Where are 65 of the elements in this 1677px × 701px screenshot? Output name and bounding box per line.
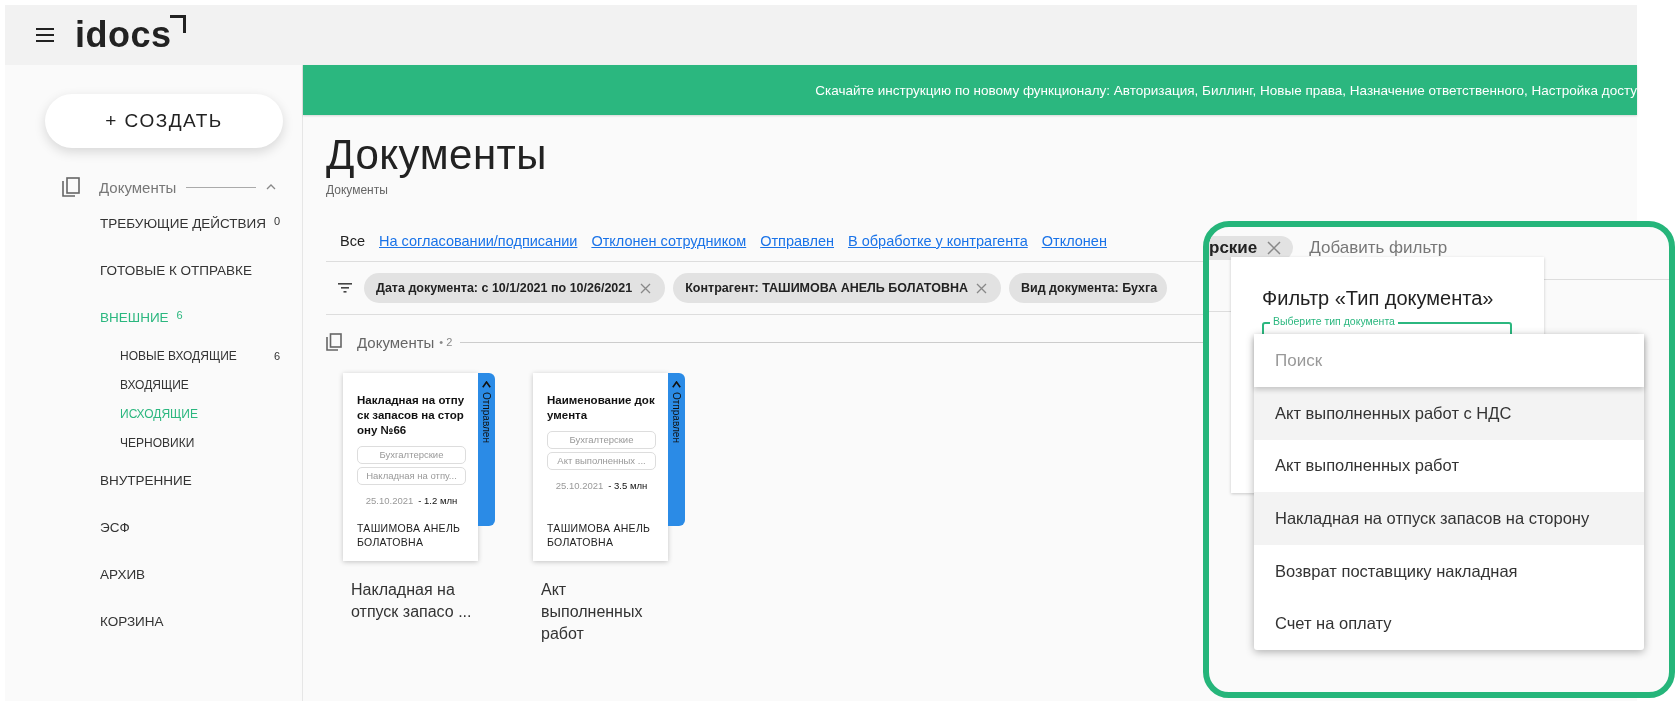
tag: Акт выполненных ... <box>547 452 656 470</box>
amount-label: - 3.5 млн <box>608 480 648 491</box>
status-tab[interactable]: Все <box>340 233 365 249</box>
count-label: 6 <box>273 349 280 362</box>
filter-chip[interactable]: рские <box>1209 236 1294 260</box>
tag: Бухгалтерские <box>357 446 466 464</box>
close-icon <box>640 282 652 294</box>
status-tab[interactable]: На согласовании/подписании <box>379 233 578 249</box>
document-caption[interactable]: Накладная на отпуск запасо ... <box>343 579 481 623</box>
filter-icon <box>338 283 352 293</box>
filter-chip[interactable]: Контрагент: ТАШИМОВА АНЕЛЬ БОЛАТОВНА <box>673 273 1001 303</box>
copy-icon <box>326 333 342 351</box>
create-button[interactable]: + СОЗДАТЬ <box>45 94 283 148</box>
add-filter-link[interactable]: Добавить фильтр <box>1309 238 1448 258</box>
amount-label: - 1.2 млн <box>418 495 458 506</box>
menu-icon[interactable] <box>36 28 54 42</box>
date-label: 25.10.2021 <box>365 495 414 506</box>
dropdown-option[interactable]: Возврат поставщику накладная <box>1254 544 1644 598</box>
status-tab[interactable]: Отправлен <box>760 233 834 249</box>
document-caption[interactable]: Акт выполненных работ <box>533 579 671 645</box>
count-label: 6 <box>176 308 183 321</box>
page-title: Документы <box>326 133 548 177</box>
nav-item[interactable]: ЭСФ <box>100 520 130 535</box>
chevron-up-icon <box>482 381 491 388</box>
nav-item[interactable]: ВНУТРЕННИЕ <box>100 473 192 488</box>
nav-item[interactable]: КОРЗИНА <box>100 614 164 629</box>
close-icon <box>1267 241 1282 255</box>
nav-item[interactable]: АРХИВ <box>100 567 146 582</box>
nav-item[interactable]: ЧЕРНОВИКИ <box>120 435 195 450</box>
tag: Бухгалтерские <box>547 431 656 449</box>
status-tab[interactable]: В обработке у контрагента <box>848 233 1028 249</box>
document-card[interactable]: Наименование документа Бухгалтерские Акт выполненных ... 25.10.2021 - 3.5 млн ТАШИМОВА АНЕЛЬ БОЛАТОВНА <box>533 373 668 561</box>
document-title: Накладная на отпуск запасов на сторону №66 <box>357 393 466 438</box>
dropdown-option[interactable]: Счет на оплату <box>1254 597 1644 650</box>
dropdown-option[interactable]: Акт выполненных работ с НДС <box>1254 387 1644 440</box>
nav-item[interactable]: ТРЕБУЮЩИЕ ДЕЙСТВИЯ <box>100 216 266 231</box>
dropdown-option[interactable]: Акт выполненных работ <box>1254 439 1644 493</box>
search-field[interactable]: Поиск <box>1254 334 1644 387</box>
document-title: Наименование документа <box>547 393 656 423</box>
dropdown-option[interactable]: Накладная на отпуск запасов на сторону <box>1254 492 1644 545</box>
copy-icon <box>62 177 80 197</box>
close-icon <box>976 282 987 294</box>
tag: Накладная на отпу... <box>357 467 466 485</box>
status-tab[interactable]: Отклонен <box>1041 233 1107 249</box>
status-label: Отправлен <box>481 392 492 443</box>
filter-chip[interactable]: Дата документа: с 10/1/2021 по 10/26/2021 <box>364 273 666 303</box>
nav-item[interactable]: ВХОДЯЩИЕ <box>120 377 189 392</box>
chevron-up-icon <box>672 381 681 388</box>
counterparty-name: ТАШИМОВА АНЕЛЬ БОЛАТОВНА <box>357 521 462 549</box>
document-card[interactable]: Накладная на отпуск запасов на сторону №66 Бухгалтерские Накладная на отпу... 25.10.2021 - 1.2 млн ТАШИМОВА АНЕЛЬ БОЛАТОВНА <box>343 373 478 561</box>
date-label: 25.10.2021 <box>555 480 604 491</box>
breadcrumb: Документы <box>326 183 389 197</box>
filter-chip[interactable]: Вид документа: Бухга <box>1009 273 1168 303</box>
counterparty-name: ТАШИМОВА АНЕЛЬ БОЛАТОВНА <box>547 521 652 549</box>
status-tab[interactable]: Отклонен сотрудником <box>591 233 747 249</box>
logo[interactable]: idocs <box>75 15 172 55</box>
nav-item[interactable]: НОВЫЕ ВХОДЯЩИЕ <box>120 348 237 363</box>
status-label: Отправлен <box>671 392 682 443</box>
panel-title: Фильтр «Тип документа» <box>1262 287 1495 310</box>
section-label[interactable]: Документы <box>99 178 177 196</box>
count-label: • 2 <box>439 336 453 348</box>
nav-item[interactable]: ГОТОВЫЕ К ОТПРАВКЕ <box>100 263 252 278</box>
count-label: 0 <box>274 214 281 227</box>
corner-mark-icon <box>169 15 186 33</box>
section-label: Документы <box>357 333 435 351</box>
